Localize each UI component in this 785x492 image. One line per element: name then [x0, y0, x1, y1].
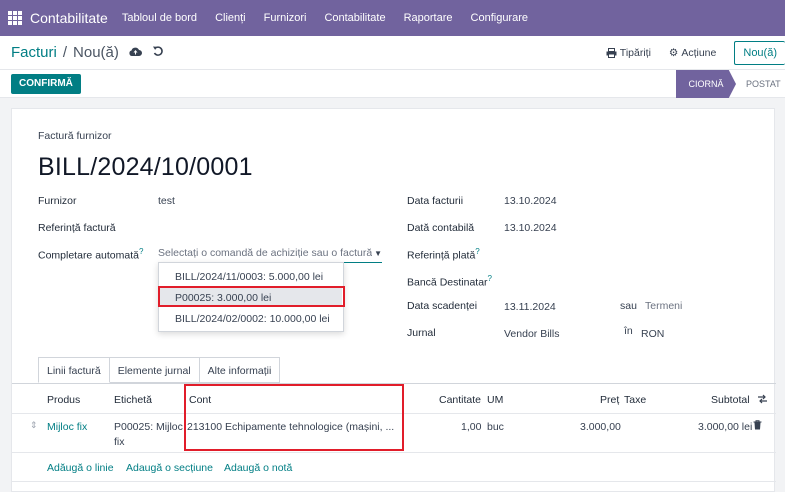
col-subtotal[interactable]: Subtotal — [711, 394, 750, 406]
row-price[interactable]: 3.000,00 — [580, 421, 621, 433]
due-date-field[interactable]: 13.11.2024 — [504, 301, 556, 313]
row-product[interactable]: Mijloc fix — [47, 421, 87, 433]
payment-terms-field[interactable]: Termeni — [645, 300, 682, 312]
payment-reference-label-text: Referință plată — [407, 249, 476, 262]
stage-posted[interactable]: POSTAT — [746, 70, 781, 98]
nav-reporting[interactable]: Raportare — [404, 12, 453, 24]
tab-invoice-lines[interactable]: Linii factură — [38, 357, 110, 383]
highlight-box-account — [184, 384, 404, 451]
accounting-date-label: Dată contabilă — [407, 222, 475, 234]
tab-other-info[interactable]: Alte informații — [199, 357, 281, 383]
col-product[interactable]: Produs — [47, 394, 80, 406]
help-tooltip-icon[interactable]: ? — [475, 247, 479, 256]
drag-handle-icon[interactable]: ⇕ — [30, 420, 38, 431]
tab-journal-items[interactable]: Elemente jurnal — [109, 357, 200, 383]
autocomplete-label-text: Completare automată — [38, 249, 139, 262]
print-icon — [606, 48, 617, 58]
breadcrumb-parent[interactable]: Facturi — [11, 44, 57, 61]
due-date-label: Data scadenței — [407, 300, 478, 312]
nav-configuration[interactable]: Configurare — [471, 12, 528, 24]
col-taxes[interactable]: Taxe — [624, 394, 646, 406]
nav-vendors[interactable]: Furnizori — [264, 12, 307, 24]
stage-draft[interactable]: CIORNĂ — [676, 70, 736, 98]
row-label-line2[interactable]: fix — [114, 436, 125, 448]
top-navbar: Contabilitate Tabloul de bord Clienți Fu… — [0, 0, 785, 36]
print-button[interactable]: Tipăriți — [606, 47, 651, 59]
add-line-link[interactable]: Adăugă o linie — [47, 462, 114, 474]
recipient-bank-label: Bancă Destinatar? — [407, 274, 492, 289]
status-bar: CONFIRMĂ CIORNĂ POSTAT — [0, 70, 785, 98]
breadcrumb-current: Nou(ă) — [73, 44, 119, 61]
help-tooltip-icon[interactable]: ? — [488, 274, 492, 283]
gear-icon: ⚙ — [668, 47, 679, 59]
dropdown-option-3[interactable]: BILL/2024/02/0002: 10.000,00 lei — [175, 313, 330, 325]
table-bottom-border — [12, 481, 776, 482]
confirm-button[interactable]: CONFIRMĂ — [11, 74, 81, 94]
autocomplete-select[interactable]: Selectați o comandă de achiziție sau o f… — [158, 247, 382, 263]
add-note-link[interactable]: Adaugă o notă — [224, 462, 292, 474]
payment-reference-label: Referință plată? — [407, 247, 480, 262]
col-uom[interactable]: UM — [487, 394, 503, 406]
nav-customers[interactable]: Clienți — [215, 12, 246, 24]
discard-icon[interactable] — [152, 45, 164, 60]
row-quantity[interactable]: 1,00 — [461, 421, 481, 433]
bill-number: BILL/2024/10/0001 — [38, 153, 253, 181]
print-label: Tipăriți — [619, 47, 651, 59]
control-panel: Facturi / Nou(ă) Tipăriți ⚙ Acțiune Nou(… — [0, 36, 785, 70]
invoice-date-field[interactable]: 13.10.2024 — [504, 195, 557, 207]
col-quantity[interactable]: Cantitate — [439, 394, 481, 406]
row-label-line1[interactable]: P00025: Mijloc — [114, 421, 183, 433]
trash-icon[interactable] — [753, 420, 762, 433]
dropdown-option-1[interactable]: BILL/2024/11/0003: 5.000,00 lei — [175, 271, 323, 283]
currency-field[interactable]: RON — [641, 328, 664, 340]
action-label: Acțiune — [681, 47, 717, 59]
vendor-label: Furnizor — [38, 195, 77, 207]
accounting-date-field[interactable]: 13.10.2024 — [504, 222, 557, 234]
col-label[interactable]: Etichetă — [114, 394, 152, 406]
help-tooltip-icon[interactable]: ? — [139, 247, 143, 256]
move-type-label: Factură furnizor — [38, 130, 112, 142]
recipient-bank-label-text: Bancă Destinatar — [407, 276, 488, 289]
apps-grid-icon[interactable] — [8, 11, 22, 25]
autocomplete-label: Completare automată? — [38, 247, 143, 262]
caret-down-icon: ▼ — [372, 249, 382, 258]
action-menu-button[interactable]: ⚙ Acțiune — [669, 47, 716, 59]
in-label: în — [624, 325, 633, 337]
autocomplete-placeholder: Selectați o comandă de achiziție sau o f… — [158, 247, 381, 259]
highlight-box-option — [158, 286, 345, 307]
row-uom[interactable]: buc — [487, 421, 504, 433]
col-price[interactable]: Preț — [600, 394, 619, 406]
journal-label: Jurnal — [407, 327, 436, 339]
journal-field[interactable]: Vendor Bills — [504, 328, 559, 340]
new-button[interactable]: Nou(ă) — [734, 41, 785, 65]
cloud-upload-icon[interactable] — [129, 46, 142, 60]
row-subtotal: 3.000,00 lei — [698, 421, 753, 433]
row-separator — [12, 452, 776, 453]
notebook-tabs: Linii factură Elemente jurnal Alte infor… — [38, 357, 281, 383]
or-label: sau — [620, 300, 637, 312]
add-section-link[interactable]: Adaugă o secțiune — [126, 462, 213, 474]
nav-dashboard[interactable]: Tabloul de bord — [122, 12, 197, 24]
bill-reference-label: Referință factură — [38, 222, 116, 234]
vendor-field[interactable]: test — [158, 195, 175, 207]
column-settings-icon[interactable] — [757, 394, 768, 407]
app-name[interactable]: Contabilitate — [30, 10, 108, 26]
breadcrumb-separator: / — [62, 44, 68, 61]
invoice-date-label: Data facturii — [407, 195, 464, 207]
nav-accounting[interactable]: Contabilitate — [324, 12, 385, 24]
